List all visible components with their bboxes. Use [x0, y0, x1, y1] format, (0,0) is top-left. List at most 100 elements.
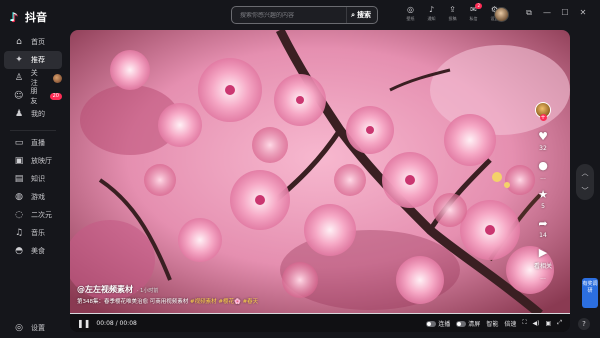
sidebar-item-settings[interactable]: ◎ 设置 — [4, 319, 62, 337]
speed-button[interactable]: 倍速 — [504, 319, 516, 328]
music-icon: ♫ — [14, 228, 24, 238]
search-icon: ⌕ — [351, 10, 355, 19]
chevron-up-icon[interactable]: ︿ — [582, 168, 589, 178]
time-current: 00:08 — [96, 319, 114, 327]
profile-icon: ♟ — [14, 109, 24, 119]
sidebar-item-recommend[interactable]: ✦ 推荐 — [4, 51, 62, 69]
sidebar-item-cinema[interactable]: ▣ 放映厅 — [4, 152, 62, 170]
time-display: 00:08 / 00:08 — [96, 319, 137, 327]
header-upload[interactable]: ⇪ 投稿 — [442, 5, 463, 22]
search-button[interactable]: ⌕ 搜索 — [346, 7, 377, 23]
fullscreen-web-icon[interactable]: ⛶ — [522, 319, 526, 327]
sidebar-item-music[interactable]: ♫ 音乐 — [4, 224, 62, 242]
settings-icon: ◎ — [15, 323, 23, 333]
pip-icon[interactable]: ⧉ — [524, 8, 534, 18]
sidebar-item-live[interactable]: ▭ 直播 — [4, 134, 62, 152]
sidebar-item-anime[interactable]: ◌ 二次元 — [4, 206, 62, 224]
sidebar-item-game[interactable]: ◍ 游戏 — [4, 188, 62, 206]
more-button[interactable]: ... — [540, 272, 546, 281]
clear-screen-toggle[interactable]: 清屏 — [456, 319, 480, 328]
share-count: 14 — [539, 232, 547, 239]
search-bar: ⌕ 搜索 — [231, 6, 378, 24]
chevron-down-icon[interactable]: ﹀ — [582, 186, 589, 196]
sidebar-item-mine[interactable]: ♟ 我的 — [4, 105, 62, 123]
more-icon: ... — [540, 274, 546, 281]
help-icon[interactable]: ? — [578, 318, 590, 330]
video-description: 第348集：春季樱花唯美治愈 可商用视频素材 #视频素材 #樱花🌸 #春天 — [77, 297, 258, 305]
player-controls: ❚❚ 00:08 / 00:08 连播 清屏 智能 倍速 ⛶ ◀) ▣ ⤢ — [70, 314, 570, 332]
author-name: @左左视频素材 — [77, 285, 133, 294]
app-logo[interactable]: ♪ ♪ ♪ 抖音 — [9, 9, 47, 25]
heart-icon: ♥ — [538, 130, 548, 143]
sidebar-item-label: 首页 — [31, 38, 45, 46]
sidebar-divider — [10, 130, 56, 131]
fullscreen-icon[interactable]: ⤢ — [557, 319, 562, 327]
autoplay-toggle[interactable]: 连播 — [426, 319, 450, 328]
share-icon: ➦ — [538, 217, 548, 230]
sparkle-icon: ✦ — [15, 55, 23, 65]
search-button-label: 搜索 — [357, 11, 371, 19]
related-button[interactable]: ▶ 看相关 — [534, 247, 552, 271]
sidebar-item-label: 设置 — [31, 324, 45, 332]
action-bar: + ♥ 32 ● ... ★ 5 ➦ 14 ▶ 看相关 ... — [532, 102, 554, 281]
favorite-button[interactable]: ★ 5 — [538, 188, 548, 211]
messages-badge: 2 — [475, 3, 482, 9]
wallpaper-icon: ◎ — [407, 5, 414, 14]
friends-icon: ☺ — [14, 91, 24, 101]
maximize-icon[interactable]: ☐ — [560, 8, 570, 18]
comment-button[interactable]: ● ... — [538, 160, 548, 182]
post-time: · 1小时前 — [137, 288, 159, 294]
sidebar-item-label: 直播 — [31, 139, 45, 147]
star-icon: ★ — [538, 188, 548, 201]
minimize-icon[interactable]: — — [542, 8, 552, 18]
douyin-logo-icon: ♪ ♪ ♪ — [9, 10, 19, 25]
close-icon[interactable]: ✕ — [578, 8, 588, 18]
friends-badge: 20 — [49, 92, 62, 100]
sidebar-item-label: 音乐 — [31, 229, 45, 237]
sidebar-item-knowledge[interactable]: ▤ 知识 — [4, 170, 62, 188]
like-button[interactable]: ♥ 32 — [538, 130, 548, 153]
sidebar-item-home[interactable]: ⌂ 首页 — [4, 33, 62, 51]
sidebar-item-label: 朋友 — [30, 87, 38, 105]
follow-plus-icon[interactable]: + — [539, 114, 547, 121]
sidebar-item-label: 我的 — [31, 110, 45, 118]
video-player: @左左视频素材 · 1小时前 第348集：春季樱花唯美治愈 可商用视频素材 #视频… — [70, 30, 570, 332]
hashtag[interactable]: #春天 — [243, 299, 259, 305]
follow-icon: ♙ — [14, 73, 23, 83]
home-icon: ⌂ — [16, 37, 22, 47]
search-input[interactable] — [232, 11, 347, 19]
sidebar-item-label: 关注 — [30, 69, 38, 87]
pip-icon[interactable]: ▣ — [546, 320, 552, 327]
sidebar-item-label: 游戏 — [31, 193, 45, 201]
anime-icon: ◌ — [15, 210, 23, 220]
header-label: 壁纸 — [406, 16, 415, 21]
header-actions: ◎ 壁纸 ♪ 通知 ⇪ 投稿 ✉ 2 私信 ⚙ 设置 — [400, 3, 505, 22]
cherry-blossom-video-image — [70, 30, 570, 314]
like-count: 32 — [539, 145, 547, 152]
video-author[interactable]: @左左视频素材 · 1小时前 — [77, 284, 158, 295]
app-name: 抖音 — [25, 11, 47, 24]
sidebar-nav-primary: ⌂ 首页 ✦ 推荐 ♙ 关注 ☺ 朋友 20 ♟ 我的 — [4, 33, 63, 123]
sidebar-item-food[interactable]: ◓ 美食 — [4, 242, 62, 260]
header-notifications[interactable]: ♪ 通知 — [421, 5, 442, 22]
sidebar-item-label: 美食 — [31, 247, 45, 255]
toggle-switch — [426, 321, 437, 327]
share-button[interactable]: ➦ 14 — [538, 217, 548, 240]
header-label: 通知 — [427, 16, 436, 21]
hashtag[interactable]: #樱花🌸 — [218, 299, 240, 305]
user-avatar[interactable] — [494, 7, 509, 22]
controls-right: 连播 清屏 智能 倍速 ⛶ ◀) ▣ ⤢ — [426, 319, 562, 328]
pause-icon[interactable]: ❚❚ — [77, 319, 90, 328]
feedback-survey-button[interactable]: 有奖调研 — [582, 278, 598, 308]
hashtag[interactable]: #视频素材 — [190, 299, 217, 305]
sidebar-item-friends[interactable]: ☺ 朋友 20 — [4, 87, 62, 105]
sidebar-item-follow[interactable]: ♙ 关注 — [4, 69, 63, 87]
volume-icon[interactable]: ◀) — [533, 320, 540, 327]
follow-avatar — [53, 73, 63, 83]
video-frame[interactable] — [70, 30, 570, 314]
knowledge-icon: ▤ — [14, 174, 24, 184]
quality-button[interactable]: 智能 — [486, 319, 498, 328]
sidebar-item-label: 推荐 — [31, 56, 45, 64]
header-wallpaper[interactable]: ◎ 壁纸 — [400, 5, 421, 22]
header-messages[interactable]: ✉ 2 私信 — [463, 3, 484, 22]
